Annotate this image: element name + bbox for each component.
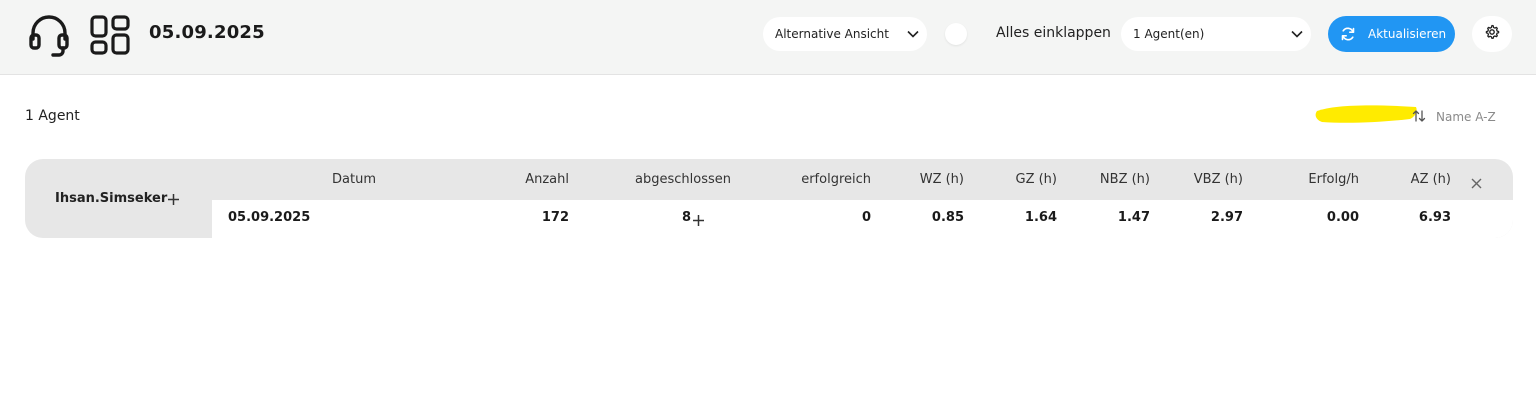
column-header-vbz: VBZ (h) — [1193, 172, 1243, 187]
table-row: 05.09.2025 172 8 0 0.85 1.64 1.47 2.97 0… — [212, 200, 1513, 238]
cell-datum: 05.09.2025 — [228, 210, 311, 225]
agent-select[interactable]: 1 Agent(en) — [1121, 17, 1311, 51]
collapse-all-toggle[interactable] — [945, 23, 967, 45]
expand-row-plus-icon[interactable] — [692, 212, 705, 231]
view-select-value: Alternative Ansicht — [775, 27, 889, 41]
column-header-gz: GZ (h) — [1015, 172, 1058, 187]
gear-icon — [1484, 24, 1500, 44]
agent-select-value: 1 Agent(en) — [1133, 27, 1205, 41]
agent-stats-card: Ihsan.Simseker Datum Anzahl abgeschlosse… — [25, 159, 1513, 238]
table-header-row: Datum Anzahl abgeschlossen erfolgreich W… — [212, 159, 1513, 200]
cell-gz: 1.64 — [1024, 210, 1057, 225]
column-header-erfolg-pro-h: Erfolg/h — [1308, 172, 1359, 187]
view-select[interactable]: Alternative Ansicht — [763, 17, 927, 51]
dashboard-grid-icon[interactable] — [88, 13, 132, 57]
agent-side-panel: Ihsan.Simseker — [25, 159, 212, 238]
column-header-erfolgreich: erfolgreich — [801, 172, 871, 187]
chevron-down-icon — [1283, 30, 1311, 38]
column-header-anzahl: Anzahl — [525, 172, 569, 187]
cell-abgeschlossen: 8 — [681, 210, 691, 225]
agent-count-label: 1 Agent — [25, 108, 80, 124]
collapse-all-label: Alles einklappen — [996, 25, 1111, 41]
sort-select-label[interactable]: Name A-Z — [1436, 110, 1496, 124]
cell-erfolgreich: 0 — [861, 210, 871, 225]
expand-agent-plus-icon[interactable] — [167, 191, 180, 210]
close-icon[interactable] — [1471, 174, 1482, 193]
cell-vbz: 2.97 — [1210, 210, 1243, 225]
sort-icon[interactable] — [1411, 108, 1427, 124]
yellow-highlight-mark — [1315, 105, 1417, 123]
cell-erfolg-pro-h: 0.00 — [1326, 210, 1359, 225]
headset-icon[interactable] — [26, 13, 72, 57]
column-header-nbz: NBZ (h) — [1099, 172, 1150, 187]
column-header-wz: WZ (h) — [919, 172, 964, 187]
column-header-datum: Datum — [332, 172, 376, 187]
settings-button[interactable] — [1472, 16, 1512, 52]
agent-name: Ihsan.Simseker — [55, 191, 168, 206]
column-header-az: AZ (h) — [1410, 172, 1451, 187]
refresh-icon — [1328, 26, 1368, 42]
refresh-button[interactable]: Aktualisieren — [1328, 16, 1455, 52]
column-header-abgeschlossen: abgeschlossen — [635, 172, 731, 187]
page-title-date: 05.09.2025 — [149, 22, 265, 43]
cell-nbz: 1.47 — [1117, 210, 1150, 225]
refresh-button-label: Aktualisieren — [1368, 27, 1447, 41]
chevron-down-icon — [899, 30, 927, 38]
cell-az: 6.93 — [1418, 210, 1451, 225]
cell-wz: 0.85 — [931, 210, 964, 225]
cell-anzahl: 172 — [541, 210, 569, 225]
top-toolbar: 05.09.2025 Alternative Ansicht Alles ein… — [0, 0, 1536, 75]
